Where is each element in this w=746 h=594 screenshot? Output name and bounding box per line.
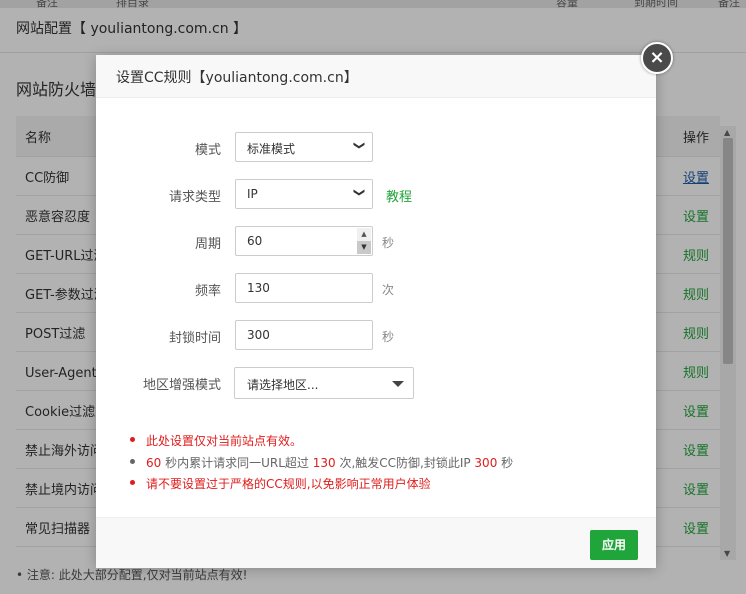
dialog-header: 设置CC规则【youliantong.com.cn】 [96,55,656,98]
stepper-up-icon[interactable]: ▲ [357,228,371,241]
mode-row: 模式 标准模式 ❯ [96,132,656,164]
frequency-label: 频率 [194,284,221,299]
cc-rule-dialog: 设置CC规则【youliantong.com.cn】 模式 标准模式 ❯ 请求类… [96,55,656,568]
frequency-unit: 次 [382,283,395,297]
tip-block-value: 300 [474,456,498,470]
tip-period-value: 60 [146,456,162,470]
region-row: 地区增强模式 请选择地区... [96,367,656,399]
period-unit: 秒 [382,236,395,250]
tip-text: 此处设置仅对当前站点有效。 [146,434,303,448]
frequency-input[interactable]: 130 [235,273,373,303]
period-label: 周期 [194,237,221,252]
frequency-row: 频率 130 次 [96,273,656,305]
tip-text-part: 秒内累计请求同一URL超过 [161,456,313,470]
region-select[interactable]: 请选择地区... [234,367,414,399]
bullet-icon [130,480,135,485]
frequency-value: 130 [247,281,270,295]
period-stepper[interactable]: ▲ ▼ [357,228,371,254]
mode-label: 模式 [194,143,221,158]
caret-down-icon [392,381,404,387]
tip-frequency-value: 130 [312,456,336,470]
request-type-value: IP [247,187,258,201]
mode-select[interactable]: 标准模式 ❯ [235,132,373,162]
block-time-row: 封锁时间 300 秒 [96,320,656,352]
block-time-value: 300 [247,328,270,342]
tip-text: 60 秒内累计请求同一URL超过 130 次,触发CC防御,封锁此IP 300 … [146,454,513,471]
stepper-down-icon[interactable]: ▼ [357,241,371,254]
block-time-unit: 秒 [382,330,395,344]
close-icon[interactable]: × [641,42,673,74]
dialog-title: 设置CC规则【youliantong.com.cn】 [116,70,358,86]
tip-text-part: 次,触发CC防御,封锁此IP [335,456,475,470]
mode-value: 标准模式 [247,142,296,156]
block-time-input[interactable]: 300 [235,320,373,350]
tutorial-link[interactable]: 教程 [386,186,412,205]
period-input[interactable]: 60 ▲ ▼ [235,226,373,256]
dialog-footer: 应用 [96,517,656,568]
block-time-label: 封锁时间 [168,331,221,346]
request-type-label: 请求类型 [168,190,221,205]
apply-button[interactable]: 应用 [590,530,638,560]
request-type-select[interactable]: IP ❯ [235,179,373,209]
tip-text-part: 秒 [497,456,514,470]
chevron-down-icon: ❯ [352,140,366,151]
period-value: 60 [247,234,263,248]
request-type-row: 请求类型 IP ❯ 教程 [96,179,656,211]
bullet-icon [130,459,135,464]
region-placeholder: 请选择地区... [247,378,319,392]
bullet-icon [130,437,135,442]
chevron-down-icon: ❯ [352,187,366,198]
tip-text: 请不要设置过于严格的CC规则,以免影响正常用户体验 [146,477,431,491]
region-label: 地区增强模式 [142,378,221,393]
period-row: 周期 60 ▲ ▼ 秒 [96,226,656,258]
